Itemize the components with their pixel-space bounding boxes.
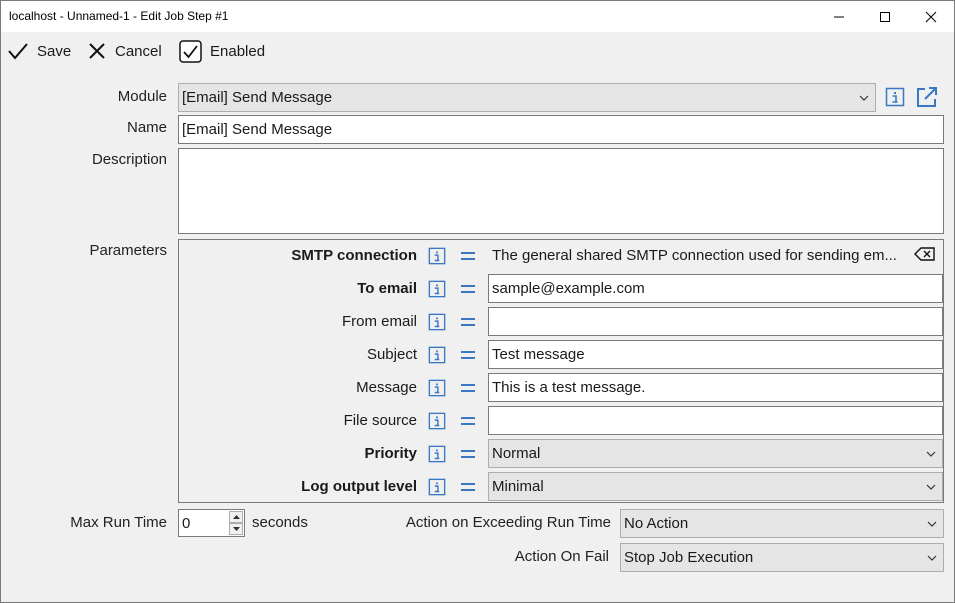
maximize-icon xyxy=(880,11,890,22)
subject-input[interactable]: Test message xyxy=(488,340,943,369)
info-icon[interactable] xyxy=(428,478,446,500)
param-row-to-email: To email sample@example.com xyxy=(179,273,943,306)
chevron-down-icon xyxy=(927,521,937,527)
equals-icon[interactable] xyxy=(460,480,476,497)
enabled-checkbox[interactable]: Enabled xyxy=(179,32,265,70)
chevron-down-icon xyxy=(927,555,937,561)
enabled-label: Enabled xyxy=(210,42,266,60)
param-label: SMTP connection xyxy=(291,247,417,264)
parameters-panel: SMTP connection The general shared SMTP … xyxy=(178,239,944,503)
log-output-level-select[interactable]: Minimal xyxy=(488,472,943,501)
param-label: File source xyxy=(343,412,417,429)
cancel-button[interactable]: Cancel xyxy=(87,32,162,70)
module-value: [Email] Send Message xyxy=(182,89,333,106)
minimize-button[interactable] xyxy=(816,1,862,32)
edit-job-step-window: localhost - Unnamed-1 - Edit Job Step #1… xyxy=(0,0,955,603)
spin-down-button[interactable] xyxy=(229,523,243,535)
max-run-time-value: 0 xyxy=(182,514,191,532)
max-run-time-label: Max Run Time xyxy=(70,514,167,531)
save-label: Save xyxy=(37,42,72,60)
window-title: localhost - Unnamed-1 - Edit Job Step #1 xyxy=(9,9,229,23)
info-icon[interactable] xyxy=(428,247,446,269)
param-row-smtp-connection: SMTP connection The general shared SMTP … xyxy=(179,240,943,273)
param-row-log-output-level: Log output level Minimal xyxy=(179,471,943,504)
chevron-down-icon xyxy=(859,95,869,101)
caret-down-icon xyxy=(232,527,240,531)
info-icon[interactable] xyxy=(428,280,446,302)
module-label: Module xyxy=(117,88,167,105)
equals-icon[interactable] xyxy=(460,447,476,464)
info-icon[interactable] xyxy=(428,313,446,335)
module-info-button[interactable] xyxy=(883,85,907,109)
param-value: This is a test message. xyxy=(492,379,646,396)
param-row-priority: Priority Normal xyxy=(179,438,943,471)
description-textarea[interactable] xyxy=(178,148,944,234)
seconds-label: seconds xyxy=(252,514,308,531)
name-input[interactable]: [Email] Send Message xyxy=(178,115,944,144)
param-label: Message xyxy=(356,379,417,396)
info-icon[interactable] xyxy=(428,379,446,401)
equals-icon[interactable] xyxy=(460,348,476,365)
param-row-from-email: From email xyxy=(179,306,943,339)
x-icon xyxy=(89,43,105,59)
close-icon xyxy=(925,11,937,22)
to-email-input[interactable]: sample@example.com xyxy=(488,274,943,303)
max-run-time-spinner[interactable]: 0 xyxy=(178,509,245,537)
description-label: Description xyxy=(91,151,167,168)
fail-action-select[interactable]: Stop Job Execution xyxy=(620,543,944,572)
param-row-subject: Subject Test message xyxy=(179,339,943,372)
equals-icon[interactable] xyxy=(460,249,476,266)
name-value: [Email] Send Message xyxy=(182,121,333,138)
close-button[interactable] xyxy=(908,1,954,32)
parameters-label: Parameters xyxy=(89,242,167,259)
toolbar: Save Cancel Enabled xyxy=(1,32,954,70)
param-label: To email xyxy=(357,280,417,297)
param-value: Test message xyxy=(492,346,585,363)
spin-up-button[interactable] xyxy=(229,511,243,523)
clear-icon[interactable] xyxy=(914,246,936,266)
module-select[interactable]: [Email] Send Message xyxy=(178,83,876,112)
open-external-icon xyxy=(917,87,937,107)
maximize-button[interactable] xyxy=(862,1,908,32)
save-button[interactable]: Save xyxy=(7,32,71,70)
param-label: From email xyxy=(341,313,417,330)
cancel-label: Cancel xyxy=(115,42,162,60)
message-input[interactable]: This is a test message. xyxy=(488,373,943,402)
checkmark-icon xyxy=(8,43,28,60)
param-label: Log output level xyxy=(301,478,417,495)
minimize-icon xyxy=(834,16,844,17)
fail-label: Action On Fail xyxy=(514,548,609,565)
equals-icon[interactable] xyxy=(460,282,476,299)
param-row-file-source: File source xyxy=(179,405,943,438)
param-value: Minimal xyxy=(492,478,544,495)
chevron-down-icon xyxy=(926,451,936,457)
info-icon[interactable] xyxy=(428,445,446,467)
file-source-input[interactable] xyxy=(488,406,943,435)
exceed-value: No Action xyxy=(624,515,689,532)
priority-select[interactable]: Normal xyxy=(488,439,943,468)
info-icon[interactable] xyxy=(428,346,446,368)
param-label: Priority xyxy=(364,445,417,462)
module-open-external-button[interactable] xyxy=(914,84,940,110)
exceed-action-select[interactable]: No Action xyxy=(620,509,944,538)
fail-value: Stop Job Execution xyxy=(624,549,754,566)
equals-icon[interactable] xyxy=(460,414,476,431)
param-value: sample@example.com xyxy=(492,280,645,297)
param-label: Subject xyxy=(366,346,417,363)
param-value: Normal xyxy=(492,445,541,462)
title-bar: localhost - Unnamed-1 - Edit Job Step #1 xyxy=(1,1,954,32)
caret-up-icon xyxy=(232,515,240,519)
checkbox-checked-icon xyxy=(179,39,202,63)
chevron-down-icon xyxy=(926,484,936,490)
param-row-message: Message This is a test message. xyxy=(179,372,943,405)
equals-icon[interactable] xyxy=(460,381,476,398)
exceed-label: Action on Exceeding Run Time xyxy=(405,514,611,531)
info-icon xyxy=(885,87,905,107)
from-email-input[interactable] xyxy=(488,307,943,336)
name-label: Name xyxy=(126,119,167,136)
info-icon[interactable] xyxy=(428,412,446,434)
equals-icon[interactable] xyxy=(460,315,476,332)
param-value: The general shared SMTP connection used … xyxy=(492,247,897,264)
